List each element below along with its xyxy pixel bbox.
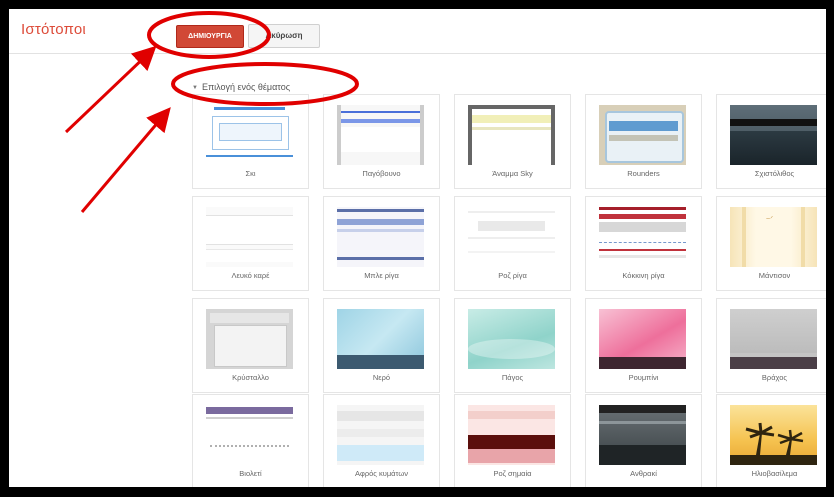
theme-tile-charcoal[interactable]: Ανθρακί (585, 394, 702, 487)
palm-tree-icon (730, 422, 817, 465)
theme-label: Βράχος (761, 373, 788, 382)
theme-label: Ροζ ρίγα (498, 271, 527, 280)
theme-tile-violet[interactable]: Βιολετί (192, 394, 309, 487)
theme-label: Βιολετί (239, 469, 262, 478)
theme-tile-white-frame[interactable]: Λευκό καρέ (192, 196, 309, 291)
theme-thumbnail (730, 309, 817, 369)
app-title: Ιστότοποι (21, 21, 86, 38)
theme-thumbnail (337, 405, 424, 465)
theme-thumbnail (599, 309, 686, 369)
theme-label: Λευκό καρέ (231, 271, 270, 280)
theme-tile-crystal[interactable]: Κρύσταλλο (192, 298, 309, 393)
create-button[interactable]: ΔΗΜΙΟΥΡΓΙΑ (176, 25, 244, 48)
theme-tile-iceberg[interactable]: Παγόβουνο (323, 94, 440, 189)
theme-tile-blue-stripe[interactable]: Μπλε ρίγα (323, 196, 440, 291)
theme-thumbnail (730, 405, 817, 465)
theme-thumbnail (599, 405, 686, 465)
theme-thumbnail: ~ᐟ (730, 207, 817, 267)
theme-thumbnail (206, 207, 293, 267)
theme-thumbnail (337, 309, 424, 369)
theme-tile-rock[interactable]: Βράχος (716, 298, 826, 393)
sites-page: Ιστότοποι ΔΗΜΙΟΥΡΓΙΑ Ακύρωση ▼ Επιλογή εν… (9, 9, 826, 487)
triangle-down-icon: ▼ (192, 85, 198, 91)
theme-section-toggle[interactable]: ▼ Επιλογή ενός θέματος (192, 82, 290, 92)
theme-label: Ρουμπίνι (628, 373, 659, 382)
theme-label: Σκι (245, 169, 256, 178)
theme-label: Ηλιοβασίλεμα (751, 469, 798, 478)
theme-tile-ice[interactable]: Πάγος (454, 298, 571, 393)
theme-tile-sea-foam[interactable]: Αφρός κυμάτων (323, 394, 440, 487)
theme-thumbnail (206, 105, 293, 165)
theme-label: Αφρός κυμάτων (355, 469, 408, 478)
theme-thumbnail (468, 207, 555, 267)
theme-label: Κόκκινη ρίγα (622, 271, 665, 280)
theme-tile-pink-flag[interactable]: Ροζ σημαία (454, 394, 571, 487)
theme-label: Σχιστόλιθος (754, 169, 795, 178)
theme-thumbnail (599, 207, 686, 267)
theme-thumbnail (730, 105, 817, 165)
theme-label: Παγόβουνο (362, 169, 401, 178)
theme-tile-madison[interactable]: ~ᐟ Μάντισον (716, 196, 826, 291)
theme-label: Ανθρακί (630, 469, 657, 478)
theme-label: Μάντισον (758, 271, 791, 280)
theme-label: Κρύσταλλο (232, 373, 269, 382)
theme-tile-red-stripe[interactable]: Κόκκινη ρίγα (585, 196, 702, 291)
theme-thumbnail (468, 105, 555, 165)
theme-label: Ροζ σημαία (493, 469, 532, 478)
theme-thumbnail (468, 309, 555, 369)
theme-label: Άναμμα Sky (492, 169, 533, 178)
theme-thumbnail (337, 105, 424, 165)
header-bar: Ιστότοποι ΔΗΜΙΟΥΡΓΙΑ Ακύρωση (9, 9, 826, 54)
theme-section-label: Επιλογή ενός θέματος (201, 82, 291, 92)
theme-tile-sunset[interactable]: Ηλιοβασίλεμα (716, 394, 826, 487)
theme-tile-sky[interactable]: Άναμμα Sky (454, 94, 571, 189)
theme-thumbnail (599, 105, 686, 165)
theme-thumbnail (468, 405, 555, 465)
theme-tile-slate[interactable]: Σχιστόλιθος (716, 94, 826, 189)
theme-tile-rounders[interactable]: Rounders (585, 94, 702, 189)
theme-label: Νερό (372, 373, 391, 382)
cancel-button[interactable]: Ακύρωση (248, 24, 320, 48)
theme-label: Πάγος (501, 373, 524, 382)
theme-tile-ski[interactable]: Σκι (192, 94, 309, 189)
theme-label: Rounders (627, 169, 660, 178)
theme-thumbnail (206, 309, 293, 369)
theme-label: Μπλε ρίγα (364, 271, 399, 280)
theme-tile-ruby[interactable]: Ρουμπίνι (585, 298, 702, 393)
theme-thumbnail (206, 405, 293, 465)
theme-tile-pink-stripe[interactable]: Ροζ ρίγα (454, 196, 571, 291)
theme-thumbnail (337, 207, 424, 267)
theme-tile-water[interactable]: Νερό (323, 298, 440, 393)
